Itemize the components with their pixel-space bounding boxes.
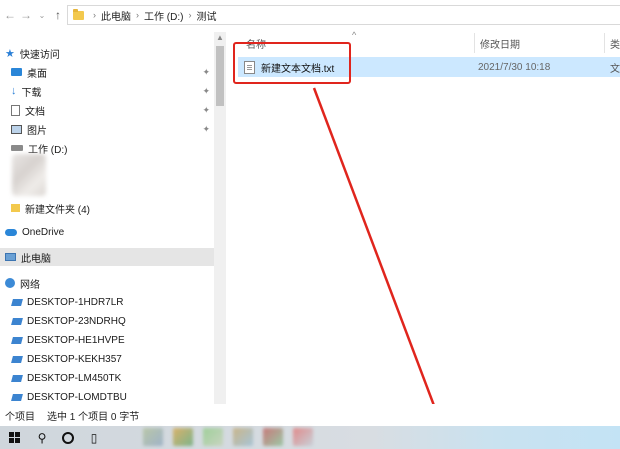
status-bar: 个项目 选中 1 个项目 0 字节: [0, 404, 620, 426]
status-item-count: 个项目: [5, 411, 35, 423]
taskbar-app[interactable]: [203, 428, 223, 446]
taskbar-app[interactable]: [263, 428, 283, 446]
taskbar-app[interactable]: [293, 428, 313, 446]
taskbar-app[interactable]: [173, 428, 193, 446]
search-icon[interactable]: ⚲: [29, 426, 55, 449]
cortana-icon: [62, 431, 74, 444]
taskbar-app[interactable]: [233, 428, 253, 446]
start-button[interactable]: [1, 426, 27, 449]
status-selection: 选中 1 个项目 0 字节: [47, 411, 140, 423]
arrow-line: [312, 87, 446, 433]
task-view-icon[interactable]: ▯: [81, 426, 107, 449]
annotation-arrow: [312, 87, 451, 444]
windows-icon: [8, 432, 20, 443]
taskbar-apps: [143, 428, 333, 448]
taskbar-app[interactable]: [143, 428, 163, 446]
cortana-button[interactable]: [55, 426, 81, 449]
